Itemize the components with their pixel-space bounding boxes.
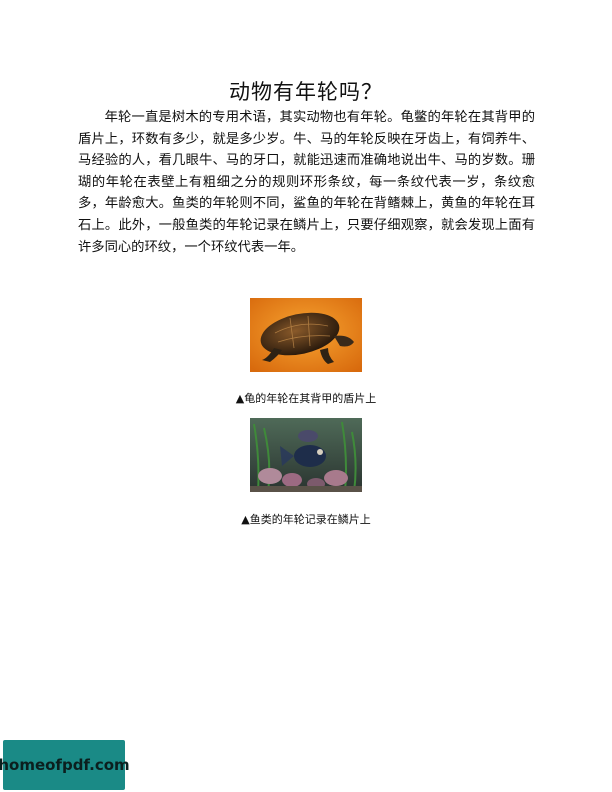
turtle-caption: ▲龟的年轮在其背甲的盾片上	[235, 392, 377, 405]
page-title: 动物有年轮吗？	[229, 80, 383, 104]
fish-photo	[250, 418, 362, 492]
watermark-logo: homeofpdf.com	[0, 740, 130, 790]
turtle-photo	[250, 298, 362, 372]
watermark-text: homeofpdf.com	[0, 756, 130, 774]
fish-caption: ▲鱼类的年轮记录在鳞片上	[241, 513, 371, 526]
body-paragraph: 年轮一直是树木的专用术语，其实动物也有年轮。龟鳖的年轮在其背甲的盾片上，环数有多…	[78, 110, 535, 255]
